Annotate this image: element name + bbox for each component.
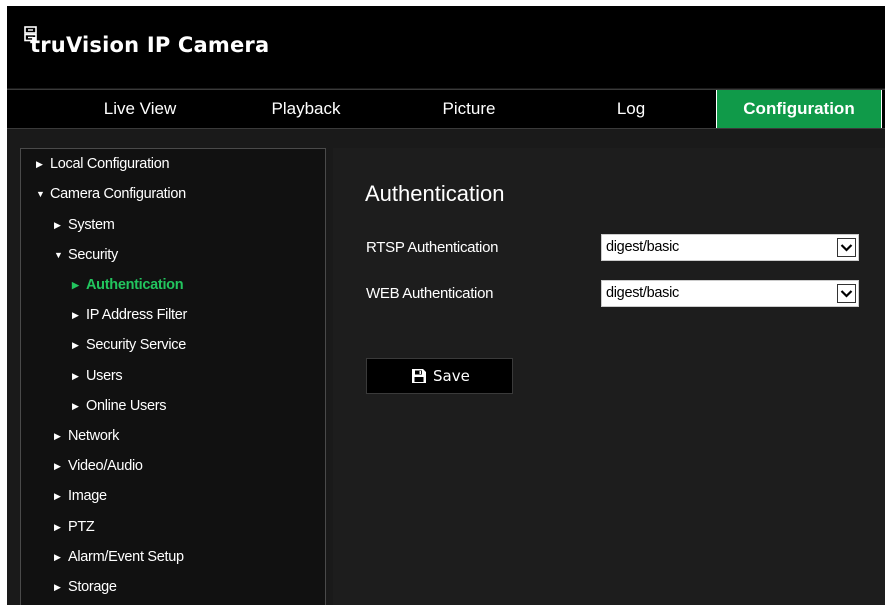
tree-item-label: System xyxy=(68,217,115,233)
tree-item-label: Video/Audio xyxy=(68,458,143,474)
tree-item-security[interactable]: ▼ Security xyxy=(54,244,118,266)
caret-down-icon: ▼ xyxy=(54,250,63,260)
tree-item-label: Image xyxy=(68,488,107,504)
tree-item-label: Users xyxy=(86,368,123,384)
rtsp-authentication-select[interactable]: digest/basic xyxy=(601,234,859,261)
tree-item-system[interactable]: ▶ System xyxy=(54,214,115,236)
tab-log[interactable]: Log xyxy=(551,90,711,128)
caret-right-icon: ▶ xyxy=(54,552,61,562)
tab-picture[interactable]: Picture xyxy=(389,90,549,128)
app-window: truVision IP Camera Live View Playback P… xyxy=(7,6,885,605)
tree-item-camera-configuration[interactable]: ▼ Camera Configuration xyxy=(36,183,186,205)
tree-item-label: PTZ xyxy=(68,519,95,535)
tree-item-label: Online Users xyxy=(86,398,167,414)
tree-item-authentication[interactable]: ▶ Authentication xyxy=(72,274,184,296)
tree-item-label: Camera Configuration xyxy=(50,186,186,202)
save-label: Save xyxy=(433,367,470,385)
tree-item-online-users[interactable]: ▶ Online Users xyxy=(72,395,167,417)
tree-item-security-service[interactable]: ▶ Security Service xyxy=(72,334,186,356)
chevron-down-icon[interactable] xyxy=(837,238,856,257)
tree-item-label: Security Service xyxy=(86,337,186,353)
tree-item-ptz[interactable]: ▶ PTZ xyxy=(54,516,95,538)
rtsp-authentication-label: RTSP Authentication xyxy=(366,239,499,256)
caret-right-icon: ▶ xyxy=(54,582,61,592)
caret-right-icon: ▶ xyxy=(72,371,79,381)
tree-item-ip-address-filter[interactable]: ▶ IP Address Filter xyxy=(72,304,187,326)
tab-live-view[interactable]: Live View xyxy=(60,90,220,128)
config-tree: ▶ Local Configuration ▼ Camera Configurati… xyxy=(20,148,326,605)
save-button[interactable]: Save xyxy=(366,358,513,394)
caret-right-icon: ▶ xyxy=(54,220,61,230)
caret-right-icon: ▶ xyxy=(72,401,79,411)
tree-item-label: Authentication xyxy=(86,277,184,293)
tree-item-label: Storage xyxy=(68,579,117,595)
tree-item-label: Local Configuration xyxy=(50,156,170,172)
caret-right-icon: ▶ xyxy=(54,491,61,501)
chevron-down-icon[interactable] xyxy=(837,284,856,303)
caret-right-icon: ▶ xyxy=(72,340,79,350)
web-authentication-label: WEB Authentication xyxy=(366,285,494,302)
caret-right-icon: ▶ xyxy=(72,280,79,290)
caret-right-icon: ▶ xyxy=(54,522,61,532)
brand-logo: truVision IP Camera xyxy=(24,26,270,57)
tree-item-label: IP Address Filter xyxy=(86,307,188,323)
tree-item-label: Alarm/Event Setup xyxy=(68,549,184,565)
tree-item-label: Security xyxy=(68,247,118,263)
main-panel: Authentication RTSP Authentication diges… xyxy=(333,148,885,605)
caret-right-icon: ▶ xyxy=(72,310,79,320)
main-nav: Live View Playback Picture Log Configura… xyxy=(7,89,885,129)
header: truVision IP Camera xyxy=(7,6,885,88)
tree-item-network[interactable]: ▶ Network xyxy=(54,425,119,447)
tree-item-storage[interactable]: ▶ Storage xyxy=(54,576,117,598)
caret-right-icon: ▶ xyxy=(54,431,61,441)
brand-title: truVision IP Camera xyxy=(30,33,270,57)
tab-configuration[interactable]: Configuration xyxy=(716,90,882,128)
tree-item-image[interactable]: ▶ Image xyxy=(54,485,107,507)
web-authentication-value: digest/basic xyxy=(606,285,679,301)
tree-item-video-audio[interactable]: ▶ Video/Audio xyxy=(54,455,143,477)
logo-mark-icon xyxy=(24,26,37,42)
web-authentication-select[interactable]: digest/basic xyxy=(601,280,859,307)
tree-item-users[interactable]: ▶ Users xyxy=(72,365,123,387)
tree-item-alarm-event-setup[interactable]: ▶ Alarm/Event Setup xyxy=(54,546,184,568)
caret-right-icon: ▶ xyxy=(54,461,61,471)
caret-down-icon: ▼ xyxy=(36,189,45,199)
page-title: Authentication xyxy=(365,181,505,206)
tree-item-local-configuration[interactable]: ▶ Local Configuration xyxy=(36,153,170,175)
floppy-disk-icon xyxy=(412,369,426,383)
tab-playback[interactable]: Playback xyxy=(226,90,386,128)
rtsp-authentication-value: digest/basic xyxy=(606,239,679,255)
tree-item-label: Network xyxy=(68,428,120,444)
caret-right-icon: ▶ xyxy=(36,159,43,169)
